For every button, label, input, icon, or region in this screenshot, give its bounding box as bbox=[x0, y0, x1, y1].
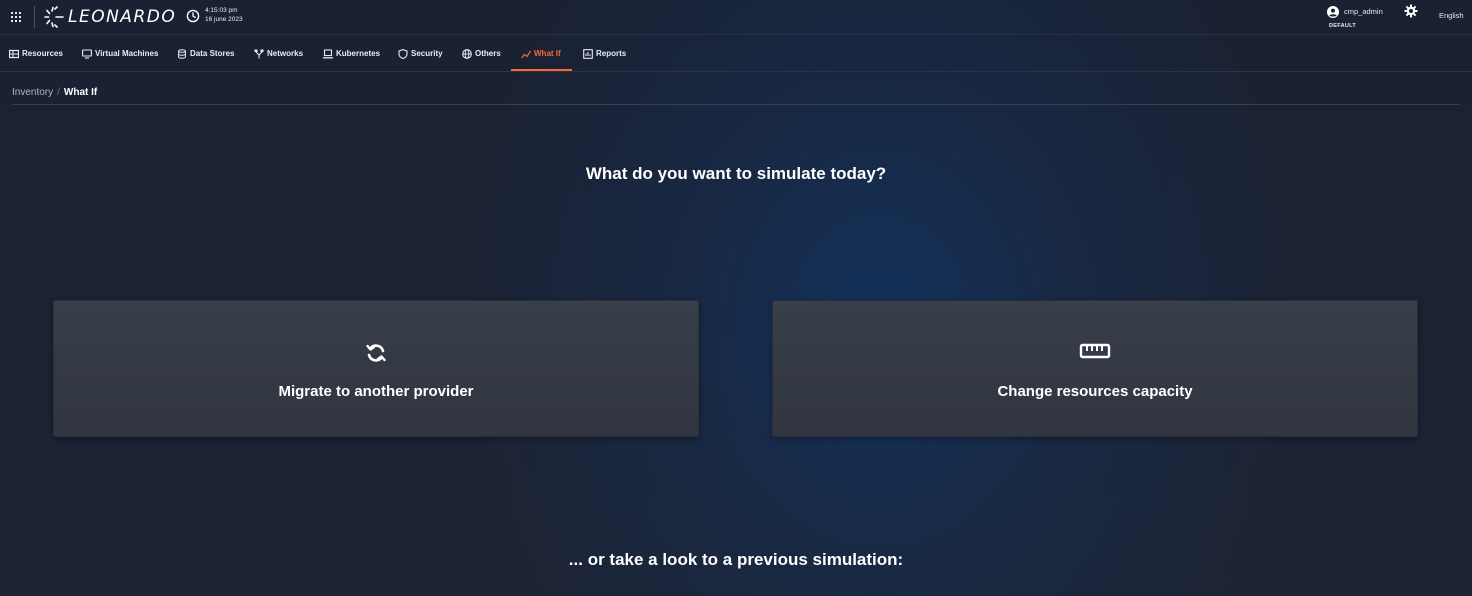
breadcrumb-current: What If bbox=[63, 87, 98, 98]
active-tab-indicator bbox=[511, 69, 572, 71]
user-circle-icon bbox=[1327, 6, 1339, 18]
breadcrumb-separator: / bbox=[57, 87, 60, 98]
gear-icon[interactable] bbox=[1404, 4, 1418, 18]
breadcrumb-divider bbox=[12, 104, 1460, 105]
logo-text: LEONARDO bbox=[68, 7, 177, 27]
nav-item-label: Resources bbox=[22, 49, 63, 58]
database-icon bbox=[178, 48, 186, 59]
nav-item-label: Data Stores bbox=[190, 49, 235, 58]
migrate-provider-card[interactable]: Migrate to another provider bbox=[53, 300, 699, 437]
header-divider bbox=[34, 6, 35, 28]
nav-item-networks[interactable]: Networks bbox=[254, 36, 303, 71]
nav-item-data-stores[interactable]: Data Stores bbox=[177, 36, 234, 71]
apps-grid-icon[interactable] bbox=[11, 12, 21, 22]
change-capacity-card[interactable]: Change resources capacity bbox=[772, 300, 1418, 437]
nav-item-label: Reports bbox=[596, 49, 627, 58]
nav-item-resources[interactable]: Resources bbox=[9, 36, 63, 71]
main-nav: Resources Virtual Machines Data Stores N… bbox=[0, 36, 1472, 72]
clock-icon bbox=[186, 9, 200, 23]
nav-item-kubernetes[interactable]: Kubernetes bbox=[323, 36, 380, 71]
nav-item-security[interactable]: Security bbox=[398, 36, 443, 71]
top-bar: LEONARDO 4:15:03 pm 16 june 2023 cmp_adm… bbox=[0, 0, 1472, 35]
nav-item-others[interactable]: Others bbox=[462, 36, 501, 71]
current-date: 16 june 2023 bbox=[205, 16, 243, 23]
nav-item-label: Security bbox=[411, 49, 443, 58]
network-icon bbox=[254, 49, 264, 58]
change-capacity-label: Change resources capacity bbox=[997, 383, 1193, 400]
ruler-icon bbox=[1079, 343, 1111, 359]
tenant-label: DEFAULT bbox=[1329, 23, 1357, 29]
logo[interactable]: LEONARDO bbox=[44, 6, 176, 28]
language-selector[interactable]: English bbox=[1439, 11, 1464, 20]
nav-item-label: Networks bbox=[267, 49, 304, 58]
breadcrumb: Inventory / What If bbox=[12, 87, 97, 98]
migrate-provider-label: Migrate to another provider bbox=[278, 383, 474, 400]
globe-icon bbox=[462, 48, 472, 59]
nav-item-label: Others bbox=[475, 49, 501, 58]
monitor-icon bbox=[82, 48, 92, 59]
nav-item-what-if[interactable]: What If bbox=[521, 36, 561, 71]
previous-simulations-heading: ... or take a look to a previous simulat… bbox=[568, 550, 904, 569]
shield-icon bbox=[398, 48, 408, 59]
nav-item-reports[interactable]: Reports bbox=[583, 36, 626, 71]
app-root: LEONARDO 4:15:03 pm 16 june 2023 cmp_adm… bbox=[0, 0, 1472, 596]
user-name: cmp_admin bbox=[1344, 7, 1383, 16]
current-time: 4:15:03 pm bbox=[205, 7, 238, 14]
nav-item-label: Virtual Machines bbox=[95, 49, 159, 58]
breadcrumb-inventory[interactable]: Inventory bbox=[12, 87, 53, 98]
page-question: What do you want to simulate today? bbox=[585, 164, 887, 183]
nav-item-virtual-machines[interactable]: Virtual Machines bbox=[82, 36, 158, 71]
nav-item-label: Kubernetes bbox=[336, 49, 381, 58]
leonardo-logo-icon bbox=[44, 6, 64, 28]
nav-item-label: What If bbox=[534, 49, 561, 58]
datetime-display: 4:15:03 pm 16 june 2023 bbox=[205, 6, 243, 24]
report-icon bbox=[583, 48, 593, 59]
sync-icon bbox=[366, 344, 386, 362]
laptop-icon bbox=[323, 48, 333, 58]
server-icon bbox=[9, 49, 19, 58]
chart-line-icon bbox=[521, 50, 531, 58]
